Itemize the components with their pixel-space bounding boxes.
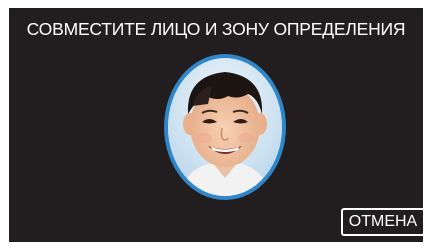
instruction-text: СОВМЕСТИТЕ ЛИЦО И ЗОНУ ОПРЕДЕЛЕНИЯ	[26, 19, 406, 39]
camera-screen: СОВМЕСТИТЕ ЛИЦО И ЗОНУ ОПРЕДЕЛЕНИЯ ОТМЕН…	[0, 0, 432, 251]
monitor-panel: СОВМЕСТИТЕ ЛИЦО И ЗОНУ ОПРЕДЕЛЕНИЯ ОТМЕН…	[9, 8, 423, 242]
child-face-photo	[168, 58, 282, 196]
cancel-button[interactable]: ОТМЕНА	[341, 208, 423, 236]
face-detection-zone	[164, 54, 286, 200]
